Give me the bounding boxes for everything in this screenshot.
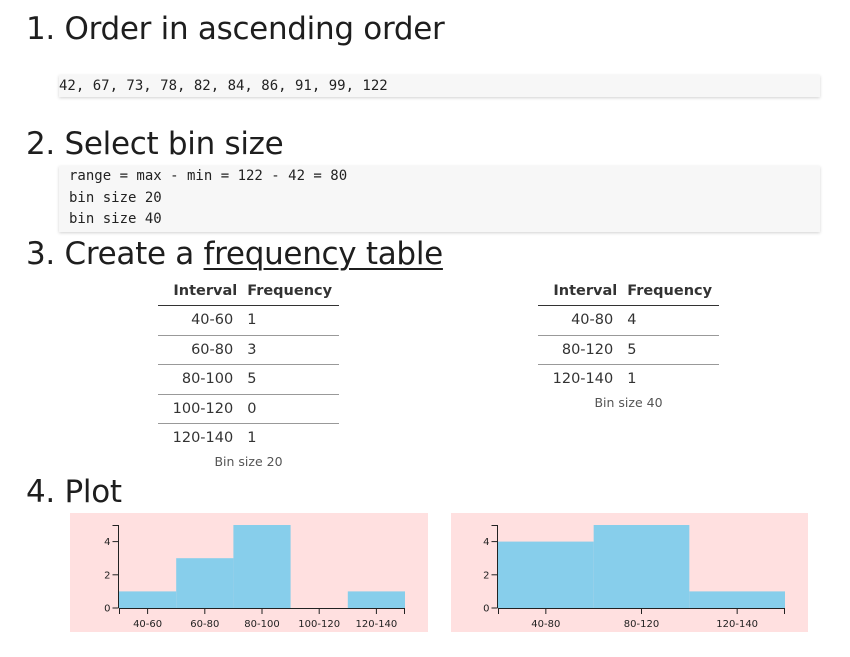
x-tick-label: 60-80: [190, 619, 219, 630]
histogram-bar: [119, 591, 177, 608]
sorted-values-code-block: 42, 67, 73, 78, 82, 84, 86, 91, 99, 122: [59, 75, 820, 97]
table-row: 40-60 1: [158, 305, 339, 336]
y-tick-label: 2: [104, 570, 110, 581]
histogram-bar: [176, 558, 234, 608]
histogram-bar: [498, 541, 594, 608]
table-caption-bin40: Bin size 40: [594, 394, 663, 410]
interval-cell: 100-120: [158, 394, 238, 424]
frequency-cell: 4: [617, 305, 719, 336]
section-title-prefix: 3. Create a: [26, 236, 204, 272]
y-tick-label: 4: [483, 537, 489, 548]
interval-cell: 40-80: [538, 305, 618, 336]
frequency-cell: 1: [237, 305, 339, 336]
histogram-bar: [233, 525, 291, 608]
frequency-cell: 1: [627, 371, 637, 388]
bin-size-40-line: bin size 40: [69, 211, 162, 227]
y-tick-label: 0: [104, 604, 110, 615]
interval-cell: 80-120: [538, 335, 618, 365]
section-title-plot: 4. Plot: [26, 474, 122, 510]
x-tick-label: 120-140: [716, 619, 758, 630]
table-row: 100-120 0: [158, 394, 339, 424]
frequency-cell: 5: [237, 364, 339, 395]
frequency-cell: 0: [237, 394, 339, 424]
frequency-table-link[interactable]: frequency table: [204, 236, 444, 272]
table-row: 80-120 5: [538, 335, 719, 365]
interval-cell: 120-140: [172, 430, 234, 447]
frequency-cell: 1: [247, 430, 257, 447]
histogram-bin20-svg: 40-60 60-80 80-100 100-120 120-140 0 2 4: [104, 525, 405, 630]
x-tick-label: 120-140: [356, 619, 398, 630]
histogram-bar: [593, 525, 690, 608]
table-caption-bin20: Bin size 20: [214, 453, 283, 469]
sorted-values: 42, 67, 73, 78, 82, 84, 86, 91, 99, 122: [59, 78, 388, 94]
interval-cell: 40-60: [158, 305, 238, 336]
x-tick-label: 40-60: [133, 619, 162, 630]
x-tick-label: 80-120: [624, 619, 659, 630]
frequency-table-bin40: Interval Frequency 40-80 4 80-120 5 120-14…: [538, 276, 719, 410]
x-tick-label: 40-80: [531, 619, 560, 630]
histogram-bin20: 40-60 60-80 80-100 100-120 120-140 0 2 4: [70, 513, 428, 632]
frequency-cell: 3: [237, 335, 339, 365]
interval-cell: 80-100: [158, 364, 238, 395]
y-tick-label: 2: [483, 570, 489, 581]
table-row: 80-100 5: [158, 364, 339, 395]
histogram-bin40-svg: 40-80 80-120 120-140 0 2 4: [483, 525, 785, 630]
bin-size-code-block: range = max - min = 122 - 42 = 80 bin si…: [59, 166, 820, 232]
header-interval: Interval: [538, 276, 618, 306]
frequency-cell: 5: [617, 335, 719, 365]
y-tick-label: 0: [483, 604, 489, 615]
header-interval: Interval: [158, 276, 238, 306]
interval-cell: 120-140: [552, 371, 614, 388]
section-title-frequency-table: 3. Create a frequency table: [26, 239, 443, 270]
section-title-bin-size: 2. Select bin size: [26, 126, 284, 162]
range-line: range = max - min = 122 - 42 = 80: [69, 168, 348, 184]
histogram-bar: [347, 591, 405, 608]
x-tick-label: 100-120: [298, 619, 340, 630]
histogram-bar: [689, 591, 785, 608]
bin-size-20-line: bin size 20: [69, 189, 162, 206]
table-row: 60-80 3: [158, 335, 339, 365]
x-tick-label: 80-100: [244, 619, 279, 630]
interval-cell: 60-80: [158, 335, 238, 365]
header-frequency: Frequency: [617, 276, 719, 306]
table-row: 40-80 4: [538, 305, 719, 336]
header-frequency: Frequency: [237, 276, 339, 306]
frequency-table-bin20: Interval Frequency 40-60 1 60-80 3 80-100 5…: [158, 276, 339, 469]
table-row: 120-140 1: [538, 365, 719, 394]
histogram-bin40: 40-80 80-120 120-140 0 2 4: [451, 513, 808, 632]
y-tick-label: 4: [104, 537, 110, 548]
table-row: 120-140 1: [158, 424, 339, 453]
section-title-order: 1. Order in ascending order: [26, 11, 445, 47]
